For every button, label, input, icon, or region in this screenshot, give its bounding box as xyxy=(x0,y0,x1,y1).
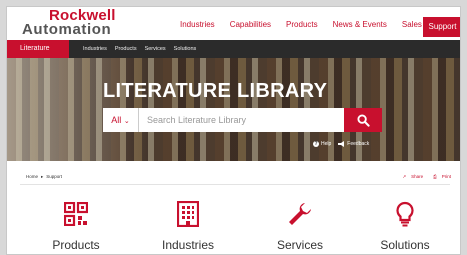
sub-nav-products[interactable]: Products xyxy=(115,40,137,58)
category-label: Products xyxy=(52,238,100,252)
site-header: Rockwell Automation Industries Capabilit… xyxy=(7,7,460,40)
sub-nav-industries[interactable]: Industries xyxy=(83,40,107,58)
nav-capabilities[interactable]: Capabilities xyxy=(230,20,271,29)
chevron-down-icon: ⌄ xyxy=(123,118,130,125)
help-label: Help xyxy=(321,141,332,147)
search-category-dropdown[interactable]: All ⌄ xyxy=(103,108,139,132)
sub-nav: Literature Industries Products Services … xyxy=(7,40,460,58)
qr-grid-icon xyxy=(64,202,88,226)
category-products[interactable]: Products xyxy=(26,200,126,252)
rockwell-logo[interactable]: Rockwell Automation xyxy=(22,8,116,38)
help-icon: ? xyxy=(313,141,319,147)
wrench-icon xyxy=(289,203,311,225)
feedback-label: Feedback xyxy=(347,141,370,147)
megaphone-icon xyxy=(338,141,345,147)
print-label: Print xyxy=(441,174,451,179)
share-label: Share xyxy=(411,174,424,179)
category-label: Solutions xyxy=(380,238,430,252)
hero-banner: LITERATURE LIBRARY All ⌄ ? Help xyxy=(7,58,460,161)
category-label: Services xyxy=(276,238,323,252)
search-button[interactable] xyxy=(344,108,382,132)
breadcrumb: Home ▸ Support xyxy=(26,174,65,180)
search-input[interactable] xyxy=(139,108,344,132)
category-solutions[interactable]: Solutions xyxy=(355,200,455,252)
search-icon xyxy=(356,113,370,127)
hero-links: ? Help Feedback xyxy=(313,141,376,147)
print-icon: ⎙ xyxy=(433,174,437,179)
lightbulb-icon xyxy=(396,201,414,227)
category-label: Industries xyxy=(161,238,215,252)
sub-nav-literature[interactable]: Literature xyxy=(7,40,69,58)
category-industries[interactable]: Industries xyxy=(138,200,238,252)
share-icon: ↗ xyxy=(402,174,407,179)
search-category-label: All xyxy=(111,115,122,125)
browser-page: Rockwell Automation Industries Capabilit… xyxy=(6,6,461,255)
main-nav: Industries Capabilities Products News & … xyxy=(180,20,460,29)
breadcrumb-home[interactable]: Home xyxy=(26,174,38,180)
page-actions: ↗ Share ⎙ Print xyxy=(392,174,451,180)
nav-products[interactable]: Products xyxy=(286,20,318,29)
breadcrumb-separator: ▸ xyxy=(41,174,44,179)
hero-title: LITERATURE LIBRARY xyxy=(103,80,328,102)
building-icon xyxy=(177,201,199,227)
nav-news-events[interactable]: News & Events xyxy=(333,20,387,29)
sub-nav-links: Industries Products Services Solutions xyxy=(83,40,204,58)
nav-industries[interactable]: Industries xyxy=(180,20,215,29)
divider xyxy=(20,184,450,185)
help-link[interactable]: ? Help xyxy=(313,141,331,147)
support-button[interactable]: Support xyxy=(423,17,460,37)
logo-line-2: Automation xyxy=(22,21,112,38)
feedback-link[interactable]: Feedback xyxy=(338,141,369,147)
category-services[interactable]: Services xyxy=(250,200,350,252)
sub-nav-solutions[interactable]: Solutions xyxy=(174,40,197,58)
print-link[interactable]: ⎙ Print xyxy=(428,174,451,180)
sub-nav-services[interactable]: Services xyxy=(145,40,166,58)
share-link[interactable]: ↗ Share xyxy=(397,174,423,180)
breadcrumb-support[interactable]: Support xyxy=(46,174,62,180)
search-bar: All ⌄ xyxy=(103,108,382,132)
